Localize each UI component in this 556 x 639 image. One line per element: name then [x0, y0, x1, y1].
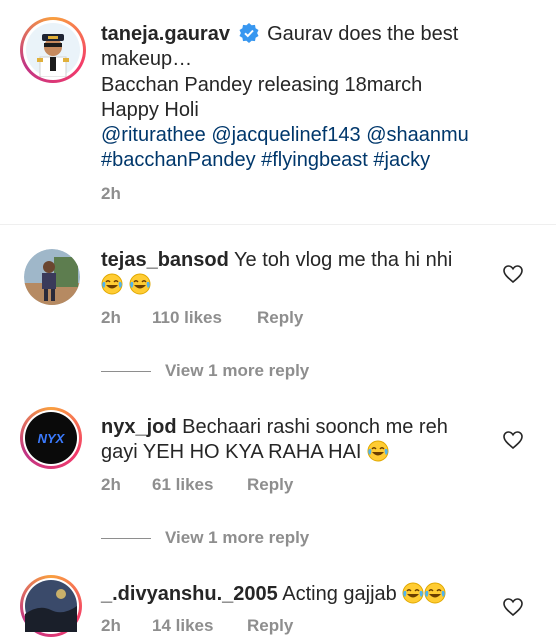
verified-badge-icon: [239, 23, 259, 43]
tears-of-joy-emoji-icon: [129, 273, 151, 295]
heart-outline-icon[interactable]: [503, 265, 523, 283]
caption-time: 2h: [101, 184, 121, 203]
view-more-replies-button[interactable]: View 1 more reply: [101, 528, 309, 548]
avatar[interactable]: [24, 249, 80, 305]
caption-username[interactable]: taneja.gaurav: [101, 23, 230, 45]
comment-emojis: [101, 273, 151, 298]
view-more-replies-button[interactable]: View 1 more reply: [101, 361, 309, 381]
heart-outline-icon[interactable]: [503, 431, 523, 449]
caption-text-line3: Bacchan Pandey releasing 18march: [101, 74, 423, 96]
avatar: NYX: [25, 412, 77, 464]
comment-username[interactable]: _.divyanshu._2005: [101, 583, 278, 605]
comment-time: 2h: [101, 475, 121, 494]
comment-text: Acting gajjab: [282, 583, 397, 605]
avatar: [25, 580, 77, 632]
comment-time: 2h: [101, 308, 121, 327]
caption-text-line1: Gaurav does the best: [267, 23, 459, 45]
comment-username[interactable]: tejas_bansod: [101, 249, 229, 271]
reply-button[interactable]: Reply: [247, 616, 293, 636]
divider: [0, 224, 556, 225]
caption-hashtags[interactable]: #bacchanPandey #flyingbeast #jacky: [101, 148, 430, 173]
avatar-logo-text: NYX: [38, 431, 66, 446]
avatar-story-ring[interactable]: [20, 17, 86, 83]
avatar-story-ring[interactable]: NYX: [20, 407, 82, 469]
tears-of-joy-emoji-icon: [367, 440, 389, 462]
comment-username[interactable]: nyx_jod: [101, 416, 177, 438]
heart-outline-icon[interactable]: [503, 598, 523, 616]
caption-section: taneja.gaurav Gaurav does the best makeu…: [0, 0, 556, 224]
view-more-label: View 1 more reply: [165, 361, 310, 380]
comment-likes[interactable]: 14 likes: [152, 616, 213, 636]
caption-mentions[interactable]: @riturathee @jacquelinef143 @shaanmu: [101, 123, 469, 148]
reply-button[interactable]: Reply: [257, 308, 303, 328]
comment-time: 2h: [101, 616, 121, 635]
comment-text-line1: Bechaari rashi soonch me reh: [182, 416, 448, 438]
comment-text-line2: gayi YEH HO KYA RAHA HAI: [101, 441, 362, 463]
caption-text-line4: Happy Holi: [101, 99, 199, 121]
comment-likes[interactable]: 110 likes: [152, 308, 222, 328]
comment-text: Ye toh vlog me tha hi nhi: [234, 249, 453, 271]
tears-of-joy-emoji-icon: [424, 582, 446, 604]
avatar-story-ring[interactable]: [20, 575, 82, 637]
tears-of-joy-emoji-icon: [402, 582, 424, 604]
reply-button[interactable]: Reply: [247, 475, 293, 495]
caption-text-line2: makeup…: [101, 48, 193, 70]
avatar: [26, 23, 80, 77]
view-more-label: View 1 more reply: [165, 528, 310, 547]
comment-likes[interactable]: 61 likes: [152, 475, 213, 495]
tears-of-joy-emoji-icon: [101, 273, 123, 295]
